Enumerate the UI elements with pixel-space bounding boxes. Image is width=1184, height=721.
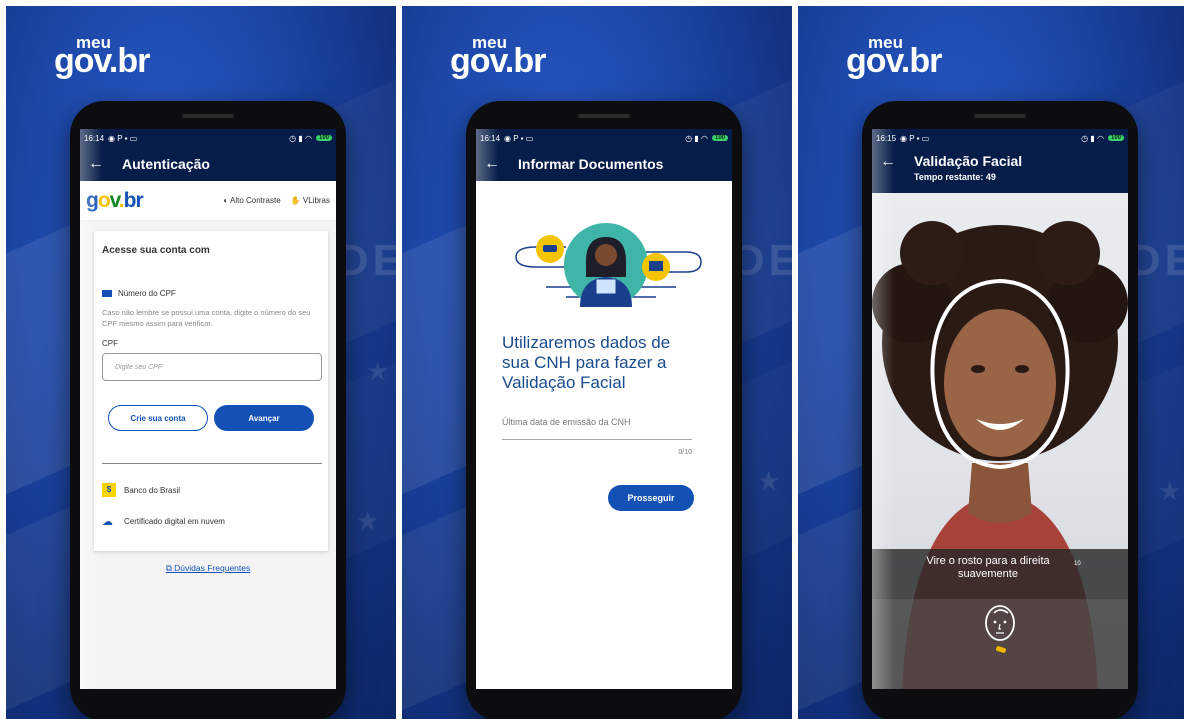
cloud-icon: ☁	[102, 516, 113, 528]
panel-documents: DE ★ meu gov.br 16:14 ◉ P ▪ ▭ ◷ ▮ ◠ 100 ← …	[402, 6, 792, 719]
proceed-button[interactable]: Prosseguir	[608, 485, 694, 511]
signal-icons: ◷ ▮ ◠	[1081, 133, 1104, 143]
app-bar: ← Autenticação	[80, 147, 336, 181]
next-button[interactable]: Avançar	[214, 405, 314, 431]
battery-icon: 100	[315, 135, 332, 141]
back-arrow-icon[interactable]: ←	[484, 155, 510, 173]
card-heading: Acesse sua conta com	[102, 245, 210, 256]
phone-device: 16:15 ◉ P ▪ ▭ ◷ ▮ ◠ 100 ← Validação Facial…	[862, 101, 1138, 719]
star-icon: ★	[1158, 476, 1182, 506]
phone-screen: 16:15 ◉ P ▪ ▭ ◷ ▮ ◠ 100 ← Validação Facial…	[872, 129, 1128, 689]
status-bar: 16:14 ◉ P ▪ ▭ ◷ ▮ ◠ 100	[80, 129, 336, 147]
clock: 16:15	[876, 133, 897, 143]
app-bar: ← Informar Documentos	[476, 147, 732, 181]
cpf-input[interactable]: Digite seu CPF	[102, 353, 322, 381]
notification-icons: ◉ P ▪ ▭	[900, 133, 930, 143]
back-arrow-icon[interactable]: ←	[880, 153, 906, 171]
notification-icons: ◉ P ▪ ▭	[108, 133, 138, 143]
page-title: Informar Documentos	[518, 156, 664, 172]
star-icon: ★	[366, 356, 390, 386]
notification-icons: ◉ P ▪ ▭	[504, 133, 534, 143]
signal-icons: ◷ ▮ ◠	[289, 133, 312, 143]
app-store-screenshot: DE ★ ★ meu gov.br 16:14 ◉ P ▪ ▭ ◷ ▮ ◠ 100 …	[0, 0, 1184, 721]
instruction-bar: Vire o rosto para a direita suavemente 1…	[872, 549, 1128, 599]
id-card-icon	[102, 290, 112, 298]
phone-screen: 16:14 ◉ P ▪ ▭ ◷ ▮ ◠ 100 ← Informar Documen…	[476, 129, 732, 689]
signal-icons: ◷ ▮ ◠	[685, 133, 708, 143]
clock: 16:14	[84, 133, 105, 143]
back-arrow-icon[interactable]: ←	[88, 155, 114, 173]
battery-icon: 100	[711, 135, 728, 141]
cnh-date-field[interactable]: Última data de emissão da CNH	[502, 417, 692, 440]
time-remaining: Tempo restante: 49	[914, 172, 996, 182]
create-account-button[interactable]: Crie sua conta	[108, 405, 208, 431]
page-title: Validação Facial	[914, 153, 1023, 169]
high-contrast-toggle[interactable]: ◐ Alto Contraste	[223, 196, 280, 205]
cpf-hint: Caso não lembre se possui uma conta, dig…	[102, 308, 311, 329]
countdown: 10	[1074, 561, 1081, 567]
phone-screen: 16:14 ◉ P ▪ ▭ ◷ ▮ ◠ 100 ← Autenticação gov…	[80, 129, 336, 689]
govbr-header: gov.br ◐ Alto Contraste ✋ VLibras	[80, 181, 336, 221]
face-instruction: Vire o rosto para a direita suavemente	[926, 555, 1050, 581]
turn-indicator-icon	[995, 645, 1007, 654]
phone-device: 16:14 ◉ P ▪ ▭ ◷ ▮ ◠ 100 ← Autenticação gov…	[70, 101, 346, 719]
cpf-label: CPF	[102, 339, 118, 348]
cloud-certificate-option[interactable]: ☁ Certificado digital em nuvem	[102, 515, 225, 528]
cpf-option[interactable]: Número do CPF	[102, 289, 176, 298]
app-bar: ← Validação Facial Tempo restante: 49	[872, 147, 1128, 193]
login-card: Acesse sua conta com Número do CPF Caso …	[94, 231, 328, 551]
star-icon: ★	[356, 506, 380, 536]
divider	[102, 463, 322, 464]
status-bar: 16:15 ◉ P ▪ ▭ ◷ ▮ ◠ 100	[872, 129, 1128, 147]
login-body: Acesse sua conta com Número do CPF Caso …	[80, 221, 336, 689]
cnh-heading: Utilizaremos dados de sua CNH para fazer…	[502, 333, 671, 393]
vlibras-button[interactable]: ✋ VLibras	[291, 196, 330, 205]
bank-icon: $	[102, 483, 116, 497]
clock: 16:14	[480, 133, 501, 143]
faq-link[interactable]: ⧉ Dúvidas Frequentes	[80, 563, 336, 574]
govbr-logo: gov.br	[86, 188, 144, 212]
page-title: Autenticação	[122, 156, 210, 172]
face-guide-area	[872, 599, 1128, 689]
speaker	[578, 114, 630, 118]
bank-login-option[interactable]: $ Banco do Brasil	[102, 483, 180, 497]
face-outline-icon	[985, 605, 1015, 641]
phone-device: 16:14 ◉ P ▪ ▭ ◷ ▮ ◠ 100 ← Informar Documen…	[466, 101, 742, 719]
char-counter: 0/10	[678, 449, 692, 456]
panel-face-validation: DE ★ meu gov.br 16:15 ◉ P ▪ ▭ ◷ ▮ ◠ 100 ← …	[798, 6, 1184, 719]
status-bar: 16:14 ◉ P ▪ ▭ ◷ ▮ ◠ 100	[476, 129, 732, 147]
speaker	[182, 114, 234, 118]
star-icon: ★	[757, 466, 781, 496]
battery-icon: 100	[1107, 135, 1124, 141]
document-illustration	[515, 223, 702, 307]
speaker	[974, 114, 1026, 118]
panel-authentication: DE ★ ★ meu gov.br 16:14 ◉ P ▪ ▭ ◷ ▮ ◠ 100 …	[6, 6, 396, 719]
